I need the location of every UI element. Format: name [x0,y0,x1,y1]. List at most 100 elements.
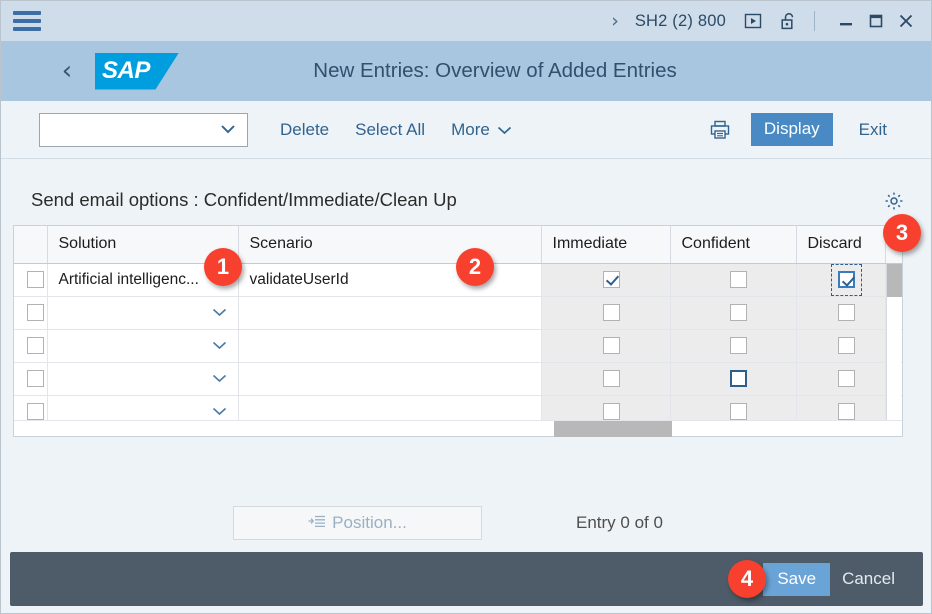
cell-discard[interactable] [796,296,886,330]
confident-checkbox[interactable] [730,369,747,387]
table-row[interactable] [14,296,902,330]
more-button[interactable]: More [451,120,512,140]
cell-scenario[interactable] [238,329,542,363]
immediate-checkbox[interactable] [602,402,620,420]
back-button-icon[interactable]: ‹ [45,58,89,84]
more-label: More [451,119,490,139]
section-title: Send email options : Confident/Immediate… [31,189,457,210]
table-row[interactable] [14,329,902,363]
select-all-button[interactable]: Select All [355,120,425,140]
table-row[interactable] [14,362,902,396]
cell-confident[interactable] [670,329,797,363]
column-header-immediate[interactable]: Immediate [541,226,671,264]
cancel-button[interactable]: Cancel [842,569,895,589]
discard-focus-ring [830,263,862,296]
discard-checkbox[interactable] [837,303,855,321]
cell-confident[interactable] [670,296,797,330]
discard-checkbox[interactable] [837,270,855,288]
table-body: Artificial intelligenc... validateUserId [14,263,902,429]
display-button[interactable]: Display [750,113,833,146]
position-label: Position... [332,513,407,532]
annotation-marker-3: 3 [883,214,921,252]
row-select-cell[interactable] [14,362,48,396]
chevron-down-icon[interactable] [212,337,227,355]
row-select-checkbox[interactable] [27,369,45,387]
horizontal-scrollbar-thumb[interactable] [554,421,672,437]
cell-solution[interactable] [47,362,239,396]
column-header-confident[interactable]: Confident [670,226,797,264]
chevron-down-icon[interactable] [212,403,227,421]
confident-checkbox[interactable] [730,402,747,420]
maximize-button[interactable] [861,1,891,41]
annotation-marker-2: 2 [456,248,494,286]
immediate-checkbox[interactable] [602,369,620,387]
immediate-checkbox[interactable] [602,303,620,321]
goto-list-icon [308,513,326,533]
window-title-bar: › SH2 (2) 800 [1,1,931,41]
gear-icon[interactable] [884,191,904,216]
system-info-label: SH2 (2) 800 [634,11,726,30]
unlocked-padlock-icon[interactable] [778,10,800,32]
chevron-down-icon[interactable] [212,370,227,388]
cell-immediate[interactable] [541,362,671,396]
page-title: New Entries: Overview of Added Entries [313,59,677,82]
close-button[interactable] [891,1,921,41]
view-select-dropdown[interactable] [39,112,248,147]
save-button[interactable]: Save [763,562,831,596]
title-bar-divider [814,11,815,31]
cell-scenario[interactable] [238,362,542,396]
sap-window: › SH2 (2) 800 ‹ SAP New Entries: Overvie… [0,0,932,614]
cell-solution[interactable] [47,296,239,330]
row-select-checkbox[interactable] [27,303,45,321]
cell-discard[interactable] [796,329,886,363]
confident-checkbox[interactable] [730,270,747,288]
cell-discard[interactable] [796,362,886,396]
row-select-checkbox[interactable] [27,270,45,288]
sap-logo: SAP [95,52,179,90]
cell-scenario[interactable] [238,296,542,330]
position-button[interactable]: Position... [233,506,482,540]
dialog-footer-bar: Save Cancel [10,552,923,606]
confident-checkbox[interactable] [730,303,747,321]
row-select-cell[interactable] [14,296,48,330]
row-select-cell[interactable] [14,263,48,297]
table-vertical-scrollbar[interactable] [886,264,902,421]
chevron-down-icon [497,120,512,140]
cell-scenario[interactable]: validateUserId [238,263,542,297]
printer-icon[interactable] [709,119,731,141]
cell-confident[interactable] [670,263,797,297]
sap-logo-text: SAP [102,57,150,84]
discard-checkbox[interactable] [837,369,855,387]
cell-immediate[interactable] [541,263,671,297]
annotation-marker-1: 1 [204,248,242,286]
row-select-checkbox[interactable] [27,402,45,420]
cell-immediate[interactable] [541,296,671,330]
discard-checkbox[interactable] [837,402,855,420]
cell-immediate[interactable] [541,329,671,363]
minimize-button[interactable] [831,1,861,41]
confident-checkbox[interactable] [730,336,747,354]
discard-checkbox[interactable] [837,336,855,354]
select-all-label: Select All [355,119,426,139]
cell-discard[interactable] [796,263,886,297]
vertical-scrollbar-thumb[interactable] [887,264,902,297]
column-header-select[interactable] [14,226,48,264]
chevron-right-icon[interactable]: › [611,11,619,31]
chevron-down-icon [220,121,236,139]
cell-confident[interactable] [670,362,797,396]
app-header: ‹ SAP New Entries: Overview of Added Ent… [1,41,931,101]
immediate-checkbox[interactable] [602,336,620,354]
cell-solution[interactable] [47,329,239,363]
delete-label: Delete [280,119,330,139]
hamburger-menu-icon[interactable] [13,9,41,33]
column-header-discard[interactable]: Discard [796,226,886,264]
chevron-down-icon[interactable] [212,304,227,322]
immediate-checkbox[interactable] [602,270,620,288]
table-horizontal-scrollbar[interactable] [14,420,902,437]
row-select-checkbox[interactable] [27,336,45,354]
play-in-box-icon[interactable] [742,10,764,32]
delete-button[interactable]: Delete [280,120,329,140]
column-header-scenario[interactable]: Scenario [238,226,542,264]
exit-button[interactable]: Exit [859,120,887,140]
row-select-cell[interactable] [14,329,48,363]
